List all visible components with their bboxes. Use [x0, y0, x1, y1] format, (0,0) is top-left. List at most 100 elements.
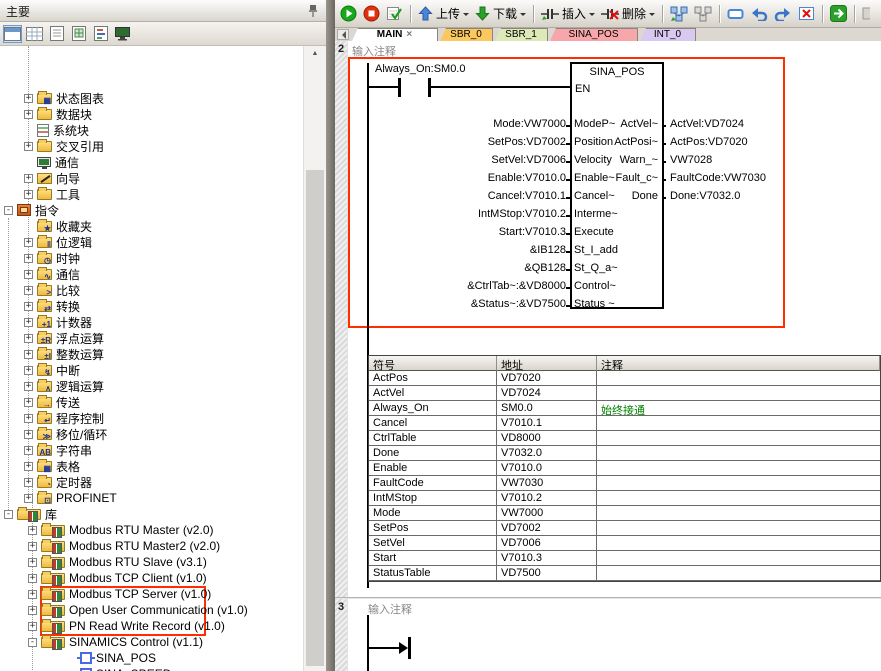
table-cell-comment[interactable] — [597, 461, 880, 476]
tree-item--[interactable]: +↵程序控制 — [24, 410, 104, 426]
table-cell-address[interactable]: V7010.0 — [497, 461, 597, 476]
table-cell-address[interactable]: V7010.3 — [497, 551, 597, 566]
tree-item--[interactable]: +交叉引用 — [24, 138, 104, 154]
network2-comment[interactable]: 输入注释 — [352, 43, 396, 59]
pin-input-operand[interactable]: Mode:VW7000 — [493, 118, 566, 130]
collapse-minus-icon[interactable]: - — [4, 510, 13, 519]
pin-output-operand[interactable]: FaultCode:VW7030 — [670, 172, 766, 184]
pin-input-operand[interactable]: SetVel:VD7006 — [491, 154, 566, 166]
pin-input-operand[interactable]: &IB128 — [530, 244, 566, 256]
box-tool-button[interactable] — [724, 5, 747, 23]
tree-item--[interactable]: +AB字符串 — [24, 442, 92, 458]
network3-comment[interactable]: 输入注释 — [368, 601, 412, 617]
insert-cursor-arrow-icon[interactable] — [399, 642, 414, 654]
download-dropdown-caret[interactable] — [520, 13, 526, 19]
insert-cursor-bar[interactable] — [408, 637, 411, 659]
pin-output-operand[interactable]: ActPos:VD7020 — [670, 136, 748, 148]
expand-plus-icon[interactable]: + — [24, 398, 33, 407]
expand-plus-icon[interactable]: + — [24, 382, 33, 391]
expand-plus-icon[interactable]: + — [24, 302, 33, 311]
tree-item-profinet[interactable]: +⊡PROFINET — [24, 490, 117, 506]
tree-item--[interactable]: -指令 — [4, 202, 59, 218]
window-icon[interactable] — [3, 25, 22, 43]
tree-item--[interactable]: +数据块 — [24, 106, 92, 122]
tree-item--[interactable]: +>比较 — [24, 282, 80, 298]
table-cell-symbol[interactable]: Start — [369, 551, 497, 566]
table-cell-symbol[interactable]: SetVel — [369, 536, 497, 551]
insert-button[interactable]: 插入 — [538, 3, 598, 24]
redo-button[interactable] — [771, 4, 795, 23]
expand-plus-icon[interactable]: + — [24, 286, 33, 295]
symbol-table[interactable]: 符号地址注释ActPosVD7020ActVelVD7024Always_OnS… — [368, 355, 881, 582]
table-cell-address[interactable]: V7032.0 — [497, 446, 597, 461]
collapse-minus-icon[interactable]: - — [28, 638, 37, 647]
table-cell-symbol[interactable]: FaultCode — [369, 476, 497, 491]
table-cell-address[interactable]: VD7002 — [497, 521, 597, 536]
tree-item--[interactable]: ★收藏夹 — [24, 218, 92, 234]
table-cell-address[interactable]: VD7020 — [497, 371, 597, 386]
table-cell-symbol[interactable]: ActVel — [369, 386, 497, 401]
tree-item-modbus-tcp-server-v1-0-[interactable]: +Modbus TCP Server (v1.0) — [28, 586, 211, 602]
table-cell-comment[interactable] — [597, 431, 880, 446]
table-cell-address[interactable]: VD7024 — [497, 386, 597, 401]
download-button[interactable]: 下载 — [472, 3, 529, 24]
tree-item--[interactable]: +≫移位/循环 — [24, 426, 107, 442]
expand-plus-icon[interactable]: + — [28, 590, 37, 599]
table-cell-comment[interactable] — [597, 506, 880, 521]
table-cell-comment[interactable]: 始终接通 — [597, 401, 880, 416]
pin-input-operand[interactable]: Start:V7010.3 — [499, 226, 566, 238]
table-row[interactable]: ActVelVD7024 — [369, 386, 880, 401]
table-cell-comment[interactable] — [597, 446, 880, 461]
expand-plus-icon[interactable]: + — [24, 478, 33, 487]
table-row[interactable]: IntMStopV7010.2 — [369, 491, 880, 506]
tree-item-modbus-rtu-slave-v3-1-[interactable]: +Modbus RTU Slave (v3.1) — [28, 554, 207, 570]
table-cell-comment[interactable] — [597, 566, 880, 581]
table-cell-symbol[interactable]: ActPos — [369, 371, 497, 386]
expand-plus-icon[interactable]: + — [24, 94, 33, 103]
pin-input-operand[interactable]: SetPos:VD7002 — [488, 136, 566, 148]
compile-check-button[interactable] — [383, 3, 406, 24]
table-cell-symbol[interactable]: Enable — [369, 461, 497, 476]
table-row[interactable]: CancelV7010.1 — [369, 416, 880, 431]
expand-plus-icon[interactable]: + — [24, 190, 33, 199]
upload-button[interactable]: 上传 — [415, 3, 472, 24]
pin-output-operand[interactable]: VW7028 — [670, 154, 712, 166]
expand-plus-icon[interactable]: + — [24, 494, 33, 503]
tree-item--[interactable]: +→传送 — [24, 394, 80, 410]
table-row[interactable]: EnableV7010.0 — [369, 461, 880, 476]
tree-item--[interactable]: +±I整数运算 — [24, 346, 104, 362]
expand-plus-icon[interactable]: + — [24, 414, 33, 423]
tree-item--[interactable]: +◷时钟 — [24, 250, 80, 266]
tab-scroll-left-button[interactable] — [337, 29, 349, 40]
table-cell-comment[interactable] — [597, 491, 880, 506]
table-row[interactable]: SetVelVD7006 — [369, 536, 880, 551]
pin-output-operand[interactable]: ActVel:VD7024 — [670, 118, 744, 130]
tree-item--[interactable]: +±R浮点运算 — [24, 330, 104, 346]
tree-item-pn-read-write-record-v1-0-[interactable]: +PN Read Write Record (v1.0) — [28, 618, 225, 634]
undo-button[interactable] — [747, 4, 771, 23]
contact-operand-label[interactable]: Always_On:SM0.0 — [375, 63, 465, 75]
tree-item-modbus-rtu-master-v2-0-[interactable]: +Modbus RTU Master (v2.0) — [28, 522, 214, 538]
tab-close-icon[interactable]: × — [406, 29, 412, 41]
table-cell-symbol[interactable]: SetPos — [369, 521, 497, 536]
tree-item--[interactable]: +▦状态图表 — [24, 90, 104, 106]
contact-bar-left[interactable] — [398, 78, 401, 97]
tree-item-open-user-communication-v1-0-[interactable]: +Open User Communication (v1.0) — [28, 602, 248, 618]
pin-input-operand[interactable]: IntMStop:V7010.2 — [478, 208, 566, 220]
table-cell-address[interactable]: V7010.2 — [497, 491, 597, 506]
tree-item--[interactable]: +⇄转换 — [24, 298, 80, 314]
expand-plus-icon[interactable]: + — [28, 574, 37, 583]
delete-button[interactable]: 删除 — [598, 3, 658, 24]
table-row[interactable]: StatusTableVD7500 — [369, 566, 880, 581]
monitor-icon[interactable] — [113, 25, 132, 43]
expand-plus-icon[interactable]: + — [28, 622, 37, 631]
expand-plus-icon[interactable]: + — [24, 318, 33, 327]
table-cell-symbol[interactable]: Cancel — [369, 416, 497, 431]
collapse-minus-icon[interactable]: - — [4, 206, 13, 215]
table-cell-symbol[interactable]: Always_On — [369, 401, 497, 416]
ladder-editor[interactable]: 2 输入注释 Always_On:SM0.0 SINA_POS EN Mode:… — [335, 41, 881, 671]
symbol-table-header-cell[interactable]: 符号 — [369, 356, 497, 371]
expand-plus-icon[interactable]: + — [28, 606, 37, 615]
expand-plus-icon[interactable]: + — [28, 526, 37, 535]
tree-item--[interactable]: +向导 — [24, 170, 80, 186]
